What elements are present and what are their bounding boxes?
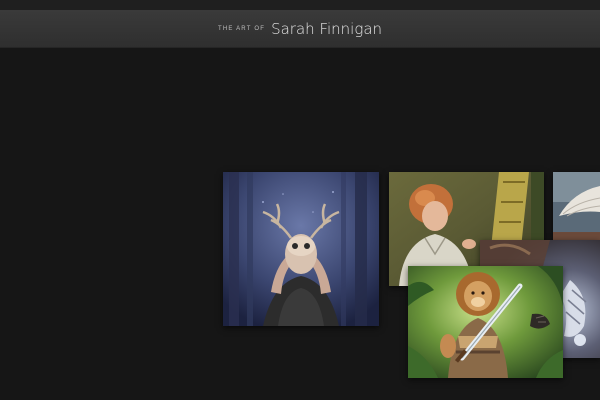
artwork-image (553, 172, 600, 242)
top-strip (0, 0, 600, 10)
artwork-image (223, 172, 379, 326)
artwork-gallery (0, 48, 600, 400)
brand-prefix: THE ART OF (217, 26, 266, 32)
site-header: THE ART OF Sarah Finnigan (0, 10, 600, 48)
artwork-thumbnail-lion-warrior[interactable] (408, 266, 563, 378)
artwork-image (408, 266, 563, 378)
site-brand[interactable]: THE ART OF Sarah Finnigan (218, 20, 382, 38)
artwork-thumbnail-antlered-mask[interactable] (223, 172, 379, 326)
artwork-thumbnail-winged-figure[interactable] (553, 172, 600, 242)
brand-name: Sarah Finnigan (271, 19, 383, 38)
